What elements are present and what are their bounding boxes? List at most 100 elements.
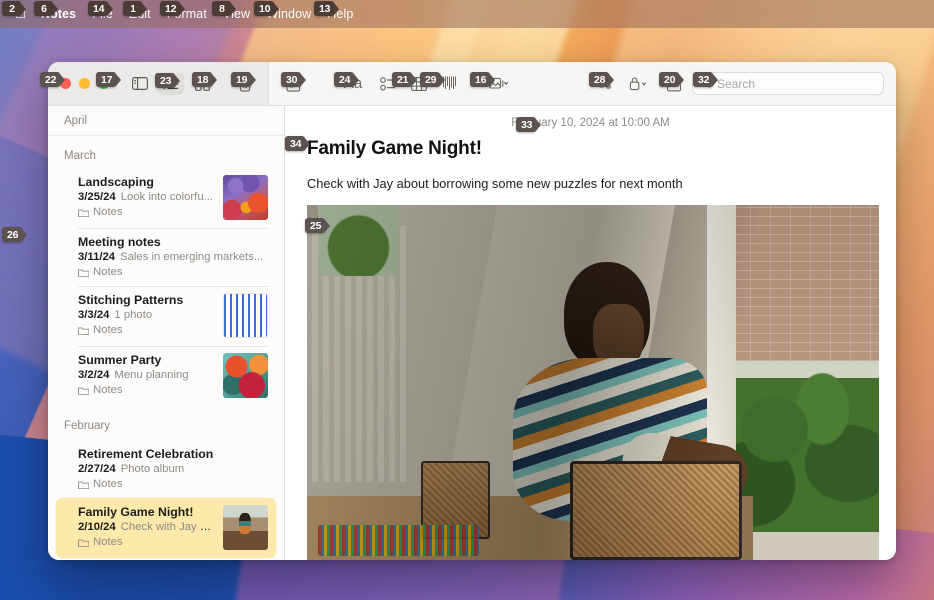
toolbar-right-section: Aa [269,62,896,105]
badge-collaborate-button: 28 [589,72,610,87]
note-folder-label: Notes [93,266,123,278]
month-header-april: April [48,106,284,136]
badge-gallery-view-button: 18 [192,72,213,87]
note-folder-label: Notes [93,206,123,218]
note-thumbnail [223,175,268,220]
list-item[interactable]: Landscaping 3/25/24 Look into colorfu... … [56,168,276,228]
list-item[interactable]: Retirement Celebration 2/27/24 Photo albu… [56,440,276,498]
page-title: Family Game Night! [307,138,482,159]
note-date: 3/25/24 [78,191,116,203]
window-body: April March Landscaping 3/25/24 Look into… [48,106,896,560]
badge-list-view-button: 23 [155,73,176,88]
note-summary: Family Game Night! 2/10/24 Check with Jay… [78,505,215,548]
note-folder-label: Notes [93,324,123,336]
search-input[interactable]: Search [692,72,884,95]
note-folder-label: Notes [93,536,123,548]
badge-note-photo: 25 [305,218,326,233]
badge-sidebar-scroll: 26 [2,227,23,242]
minimize-window-button[interactable] [79,78,90,89]
note-folder: Notes [78,384,215,396]
month-header-march: March [64,150,96,162]
note-title: Family Game Night! [78,505,194,519]
badge-menu-notes: 6 [34,1,53,16]
badge-note-title: 34 [285,136,306,151]
badge-menu-file: 14 [88,1,109,16]
folder-icon [78,269,89,277]
note-folder: Notes [78,478,268,490]
list-item[interactable]: Summer Party 3/2/24 Menu planning Notes [56,346,276,406]
note-thumbnail [223,505,268,550]
note-folder: Notes [78,324,215,336]
badge-new-note-button: 30 [281,72,302,87]
month-header-february: February [64,420,111,432]
note-summary: Summer Party 3/2/24 Menu planning Notes [78,353,215,396]
note-detail-pane[interactable]: February 10, 2024 at 10:00 AM Family Gam… [285,106,896,560]
note-date: 2/10/24 [78,521,116,533]
badge-search-input: 32 [693,72,714,87]
note-title: Stitching Patterns [78,293,184,307]
note-thumbnail [223,353,268,398]
note-thumbnail [223,293,268,338]
folder-icon [78,539,89,547]
note-meta: 3/3/24 1 photo [78,309,215,321]
list-item-selected[interactable]: Family Game Night! 2/10/24 Check with Jay… [56,498,276,558]
note-title: Meeting notes [78,235,161,249]
badge-menu-view: 8 [212,1,231,16]
folder-icon [78,327,89,335]
note-snippet: Photo album [120,463,185,475]
sidebar-toggle-button[interactable] [127,73,153,95]
badge-checklist-button: 21 [392,72,413,87]
note-folder-label: Notes [93,478,123,490]
note-snippet: Look into colorfu... [120,191,214,203]
badge-note-timestamp: 33 [516,117,537,132]
note-snippet: Sales in emerging markets... [120,251,264,263]
note-snippet: Menu planning [114,369,189,381]
note-snippet: Check with Jay a... [120,521,215,533]
note-title: Summer Party [78,353,162,367]
badge-markup-button: 16 [470,72,491,87]
badge-menu-format: 12 [160,1,181,16]
note-meta: 2/10/24 Check with Jay a... [78,521,215,533]
search-placeholder: Search [717,76,756,91]
note-summary: Landscaping 3/25/24 Look into colorfu... … [78,175,215,218]
badge-close-button: 22 [40,72,61,87]
badge-share-button: 20 [659,72,680,87]
badge-menu-window: 10 [254,1,275,16]
badge-menu-help: 13 [314,1,335,16]
note-title: Retirement Celebration [78,447,214,461]
badge-zoom-button: 17 [96,72,117,87]
note-meta: 3/11/24 Sales in emerging markets... [78,251,268,263]
note-folder: Notes [78,536,215,548]
badge-format-button: 24 [334,72,355,87]
note-snippet: 1 photo [114,309,153,321]
note-date: 3/3/24 [78,309,110,321]
note-summary: Stitching Patterns 3/3/24 1 photo Notes [78,293,215,336]
badge-table-button: 29 [420,72,441,87]
folder-icon [78,209,89,217]
lock-note-button[interactable] [622,73,656,95]
badge-apple-menu: 2 [2,1,21,16]
badge-menu-edit: 1 [123,1,142,16]
list-item[interactable]: Meeting notes 3/11/24 Sales in emerging m… [56,228,276,286]
note-folder: Notes [78,266,268,278]
note-summary: Meeting notes 3/11/24 Sales in emerging m… [78,235,268,278]
note-meta: 3/2/24 Menu planning [78,369,215,381]
note-body-text[interactable]: Check with Jay about borrowing some new … [285,160,896,191]
note-title: Landscaping [78,175,154,189]
list-item[interactable]: Stitching Patterns 3/3/24 1 photo Notes [56,286,276,346]
notes-list-sidebar[interactable]: April March Landscaping 3/25/24 Look into… [48,106,285,560]
folder-icon [78,481,89,489]
note-summary: Retirement Celebration 2/27/24 Photo albu… [78,447,268,490]
desktop:  Notes File Edit Format View Window Hel… [0,0,934,600]
note-meta: 2/27/24 Photo album [78,463,268,475]
badge-delete-note-button: 19 [231,72,252,87]
note-attached-photo[interactable] [307,205,879,560]
note-meta: 3/25/24 Look into colorfu... [78,191,215,203]
note-date: 3/2/24 [78,369,110,381]
note-date: 3/11/24 [78,251,116,263]
note-timestamp: February 10, 2024 at 10:00 AM [511,117,670,129]
folder-icon [78,387,89,395]
notes-window: Aa [48,62,896,560]
note-folder: Notes [78,206,215,218]
photo-layer-shadow [307,205,879,560]
